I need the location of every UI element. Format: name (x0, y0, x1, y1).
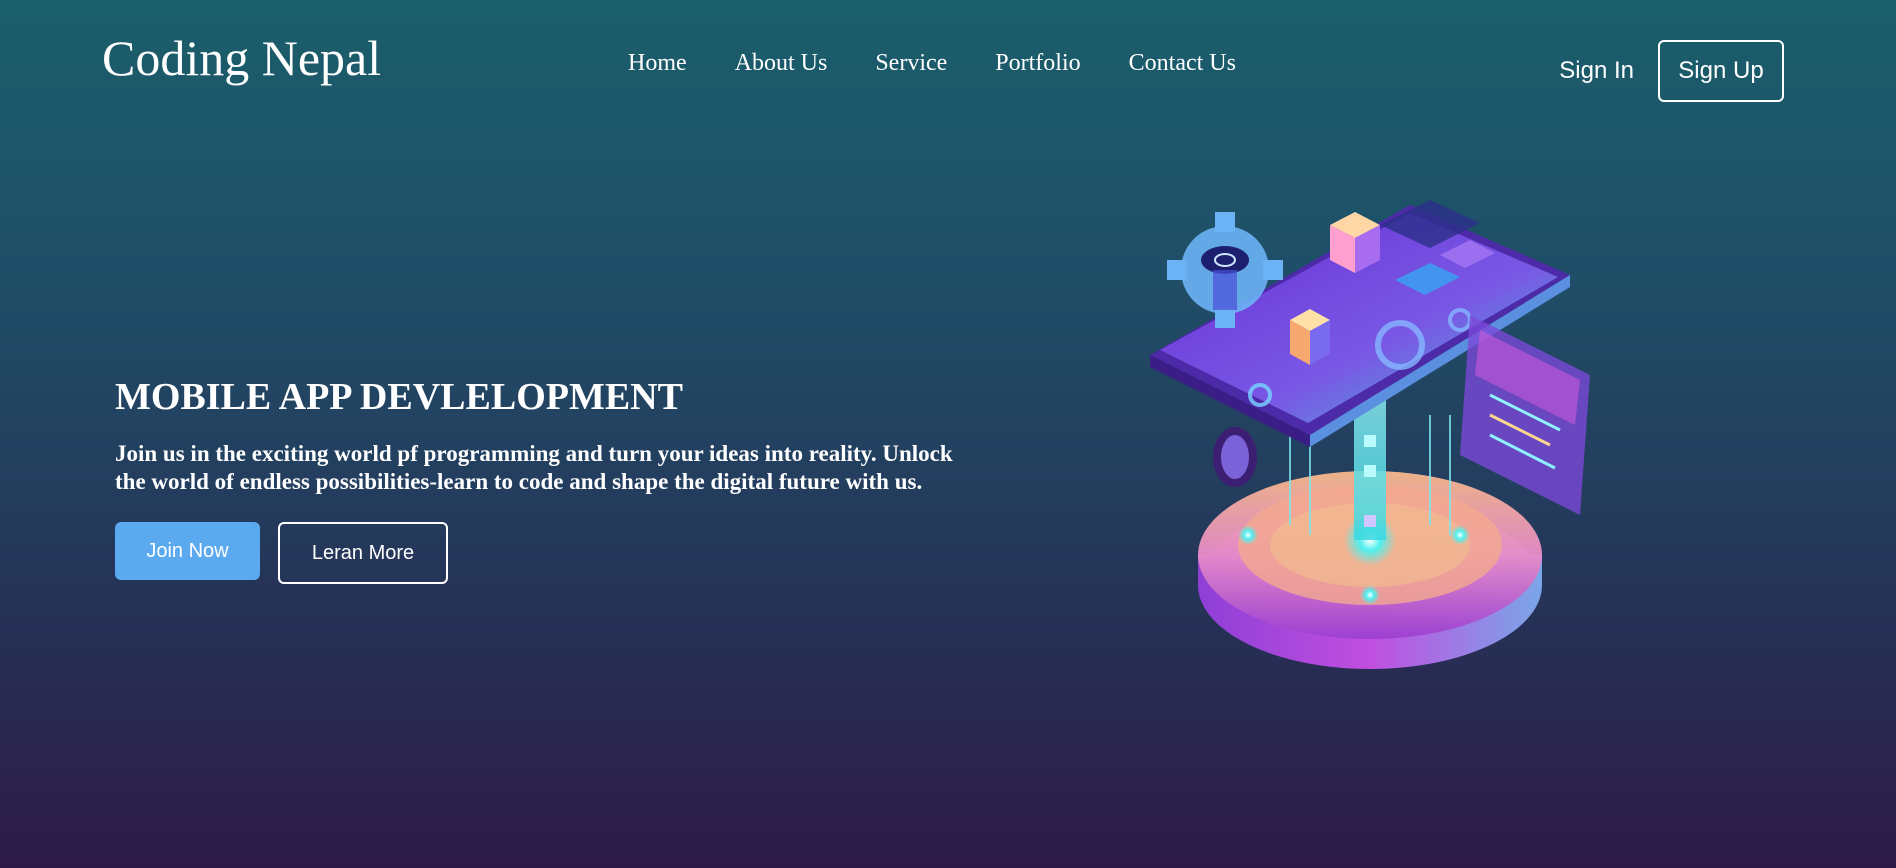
logo[interactable]: Coding Nepal (102, 28, 381, 88)
nav-home[interactable]: Home (628, 46, 687, 80)
sign-up-button[interactable]: Sign Up (1658, 40, 1784, 102)
nav-contact-us[interactable]: Contact Us (1129, 46, 1236, 80)
nav-about-us[interactable]: About Us (735, 46, 828, 80)
auth-area: Sign In Sign Up (1559, 40, 1784, 102)
hero-title: MOBILE APP DEVLELOPMENT (115, 376, 683, 418)
hero-section: MOBILE APP DEVLELOPMENT Join us in the e… (115, 374, 975, 584)
hero-description: Join us in the exciting world pf program… (115, 441, 953, 494)
learn-more-button[interactable]: Leran More (278, 522, 448, 584)
main-nav: Home About Us Service Portfolio Contact … (628, 46, 1236, 80)
nav-portfolio[interactable]: Portfolio (995, 46, 1080, 80)
isometric-mobile-app-illustration (1130, 185, 1610, 695)
hero-buttons: Join Now Leran More (115, 522, 975, 584)
join-now-button[interactable]: Join Now (115, 522, 260, 580)
sign-in-link[interactable]: Sign In (1559, 57, 1634, 85)
nav-service[interactable]: Service (875, 46, 947, 80)
